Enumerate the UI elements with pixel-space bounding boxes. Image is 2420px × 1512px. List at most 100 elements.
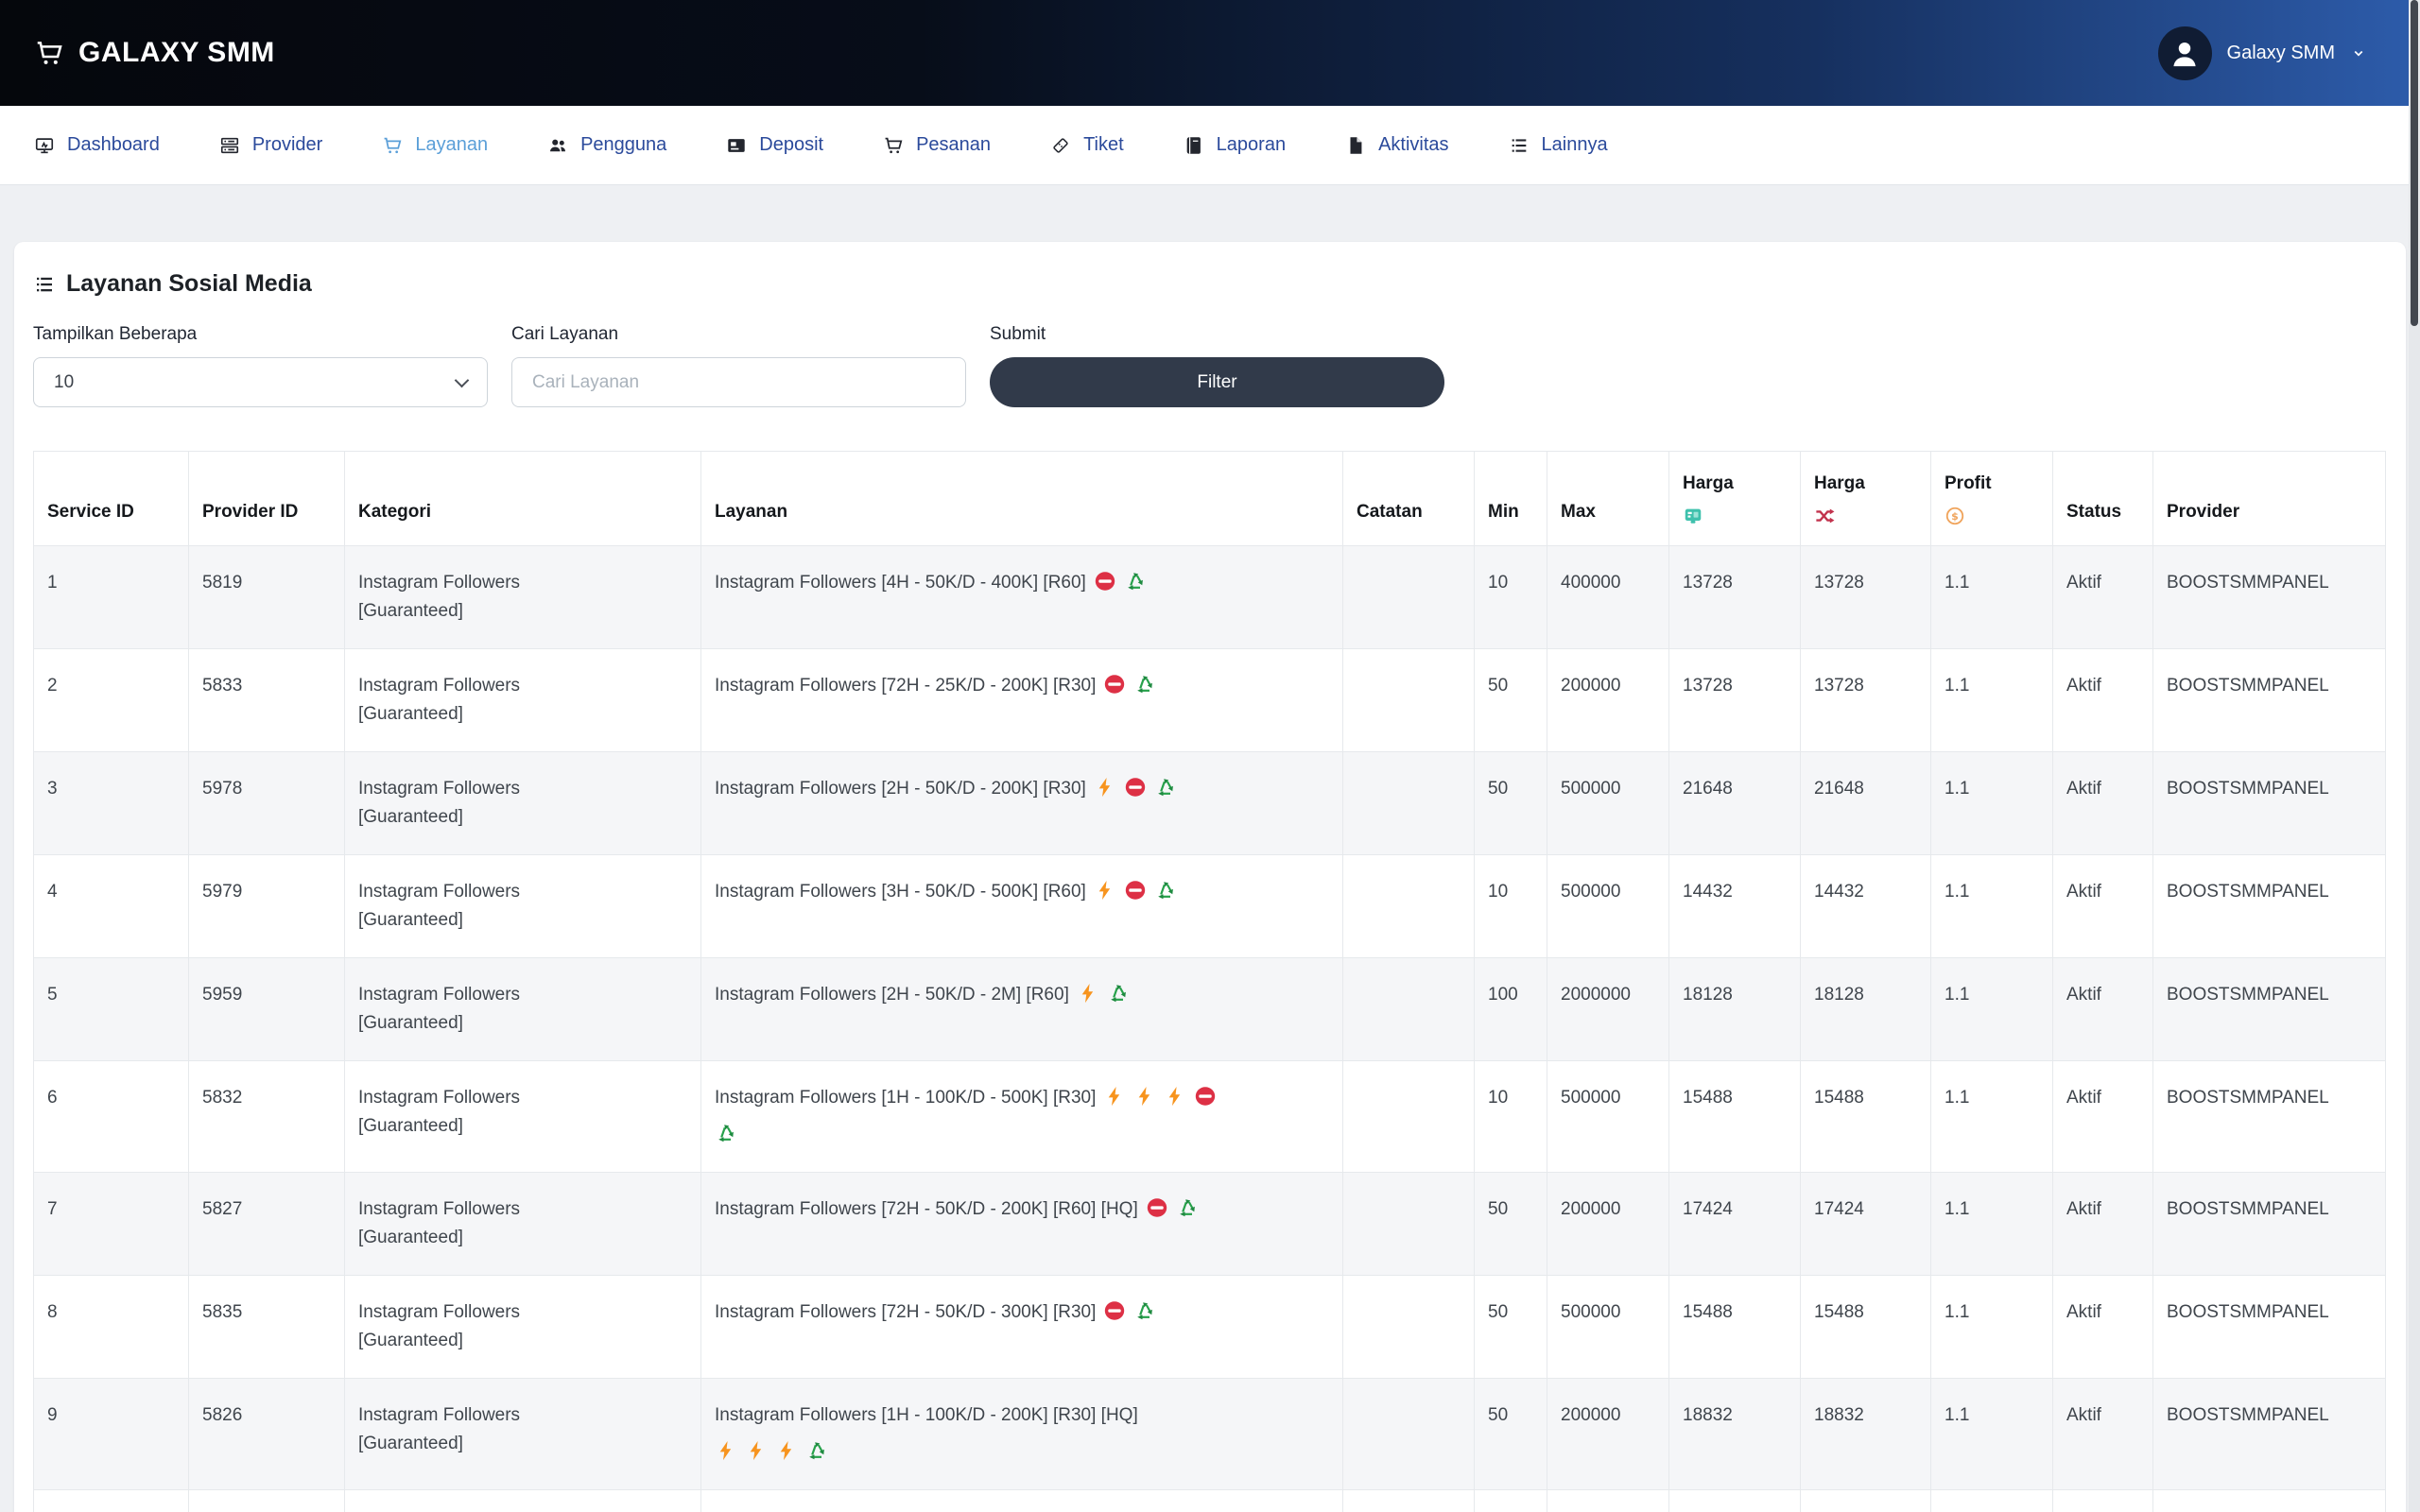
table-body: 1 5819 Instagram Followers [Guaranteed] Ins… bbox=[33, 544, 2386, 1512]
nav-item-layanan[interactable]: Layanan bbox=[382, 134, 488, 156]
cell-catatan bbox=[1342, 853, 1475, 958]
search-input[interactable] bbox=[511, 357, 966, 407]
cell-profit: 1.1 bbox=[1930, 1488, 2053, 1512]
cell-profit: 1.1 bbox=[1930, 1274, 2053, 1379]
cell-provider: BOOSTSMMPANEL bbox=[2152, 956, 2386, 1061]
price-display-icon bbox=[1683, 506, 1787, 526]
recycle-icon bbox=[1133, 673, 1156, 696]
svg-text:$: $ bbox=[1951, 509, 1959, 522]
cell-status: Aktif bbox=[2052, 1377, 2153, 1490]
cell-status: Aktif bbox=[2052, 1274, 2153, 1379]
category-text: Instagram Followers [Guaranteed] bbox=[358, 984, 521, 1033]
nav-item-label: Lainnya bbox=[1541, 134, 1608, 155]
cell-status: Aktif bbox=[2052, 750, 2153, 855]
cell-provider-id: 5959 bbox=[188, 956, 345, 1061]
nav-item-aktivitas[interactable]: Aktivitas bbox=[1345, 134, 1449, 156]
table-row: 9 5826 Instagram Followers [Guaranteed] Ins… bbox=[33, 1377, 2386, 1490]
cell-provider-id: 5833 bbox=[188, 647, 345, 752]
column-label: Harga bbox=[1814, 473, 1865, 493]
main-area: Layanan Sosial Media Tampilkan Beberapa … bbox=[0, 185, 2420, 1512]
cell-status: Aktif bbox=[2052, 1059, 2153, 1173]
column-label: Profit bbox=[1945, 473, 1992, 493]
table-row: 7 5827 Instagram Followers [Guaranteed] Ins… bbox=[33, 1171, 2386, 1276]
no-entry-icon bbox=[1194, 1085, 1217, 1108]
cell-service-id: 3 bbox=[33, 750, 189, 855]
column-header-status: Status bbox=[2052, 451, 2153, 546]
cell-status: Aktif bbox=[2052, 544, 2153, 649]
cell-harga-jual: 21648 bbox=[1800, 750, 1931, 855]
list-icon bbox=[33, 273, 56, 296]
table-row: 6 5832 Instagram Followers [Guaranteed] Ins… bbox=[33, 1059, 2386, 1173]
cell-max: 500000 bbox=[1547, 853, 1669, 958]
cell-harga-beli: 17424 bbox=[1668, 1171, 1801, 1276]
book-icon bbox=[1184, 135, 1204, 156]
cell-provider: BOOSTSMMPANEL bbox=[2152, 1059, 2386, 1173]
column-label: Provider ID bbox=[202, 502, 299, 522]
brand-name: GALAXY SMM bbox=[78, 37, 275, 68]
nav-item-tiket[interactable]: Tiket bbox=[1050, 134, 1124, 156]
category-text: Instagram Followers [Guaranteed] bbox=[358, 778, 521, 827]
avatar bbox=[2157, 26, 2212, 80]
nav-item-lainnya[interactable]: Lainnya bbox=[1509, 134, 1608, 156]
no-entry-icon bbox=[1124, 879, 1147, 902]
service-name: Instagram Followers [2H - 50K/D - 200K] … bbox=[715, 778, 1086, 799]
nav-item-label: Pengguna bbox=[580, 134, 667, 155]
cell-kategori: Instagram Followers [Guaranteed] bbox=[344, 544, 701, 649]
cell-provider-id: 5832 bbox=[188, 1059, 345, 1173]
nav-item-dashboard[interactable]: Dashboard bbox=[34, 134, 160, 156]
column-header-harga-beli: Harga bbox=[1668, 451, 1801, 546]
recycle-icon bbox=[1154, 879, 1177, 902]
column-header-provider: Provider bbox=[2152, 451, 2386, 546]
cell-harga-beli: 15488 bbox=[1668, 1059, 1801, 1173]
nav-item-pesanan[interactable]: Pesanan bbox=[883, 134, 991, 156]
column-header-max: Max bbox=[1547, 451, 1669, 546]
search-group: Cari Layanan bbox=[511, 324, 966, 407]
table-row: 105820Instagram Followers [Guaranteed]In… bbox=[33, 1488, 2386, 1512]
cart-icon bbox=[34, 38, 64, 68]
cell-min: 50 bbox=[1474, 750, 1547, 855]
column-label: Provider bbox=[2167, 502, 2240, 522]
cell-status: Aktif bbox=[2052, 853, 2153, 958]
category-text: Instagram Followers [Guaranteed] bbox=[358, 1301, 521, 1350]
scrollbar-thumb[interactable] bbox=[2411, 0, 2418, 326]
user-icon bbox=[2169, 31, 2201, 75]
cell-profit: 1.1 bbox=[1930, 956, 2053, 1061]
services-table: Service ID Provider ID Kategori Layanan Cata… bbox=[33, 451, 2386, 1512]
cell-service-id: 10 bbox=[33, 1488, 189, 1512]
cell-min: 10 bbox=[1474, 1488, 1547, 1512]
cell-provider-id: 5819 bbox=[188, 544, 345, 649]
column-label: Max bbox=[1561, 502, 1596, 522]
column-header-provider-id: Provider ID bbox=[188, 451, 345, 546]
page-size-select[interactable]: 10 bbox=[33, 357, 488, 407]
cell-provider-id: 5820 bbox=[188, 1488, 345, 1512]
column-label: Min bbox=[1488, 502, 1519, 522]
cell-harga-beli: 19536 bbox=[1668, 1488, 1801, 1512]
bolt-icon bbox=[1103, 1085, 1126, 1108]
cell-provider-id: 5979 bbox=[188, 853, 345, 958]
nav-item-pengguna[interactable]: Pengguna bbox=[547, 134, 666, 156]
cell-max: 200000 bbox=[1547, 1171, 1669, 1276]
service-icons-line2 bbox=[715, 1121, 1329, 1149]
cell-provider: BOOSTSMMPANEL bbox=[2152, 1488, 2386, 1512]
cell-status: Aktif bbox=[2052, 1488, 2153, 1512]
scrollbar[interactable] bbox=[2409, 0, 2420, 1512]
cell-provider-id: 5827 bbox=[188, 1171, 345, 1276]
nav-item-label: Provider bbox=[251, 134, 323, 155]
cell-provider: BOOSTSMMPANEL bbox=[2152, 1377, 2386, 1490]
table-row: 8 5835 Instagram Followers [Guaranteed] Ins… bbox=[33, 1274, 2386, 1379]
cell-catatan bbox=[1342, 647, 1475, 752]
user-menu[interactable]: Galaxy SMM bbox=[2157, 26, 2367, 80]
cell-service-id: 2 bbox=[33, 647, 189, 752]
nav-item-deposit[interactable]: Deposit bbox=[726, 134, 823, 156]
service-name: Instagram Followers [3H - 50K/D - 500K] … bbox=[715, 881, 1086, 902]
cell-provider: BOOSTSMMPANEL bbox=[2152, 544, 2386, 649]
nav-item-laporan[interactable]: Laporan bbox=[1184, 134, 1286, 156]
nav-item-provider[interactable]: Provider bbox=[219, 134, 322, 156]
cell-harga-jual: 19536 bbox=[1800, 1488, 1931, 1512]
brand-logo[interactable]: GALAXY SMM bbox=[34, 37, 275, 69]
filter-button[interactable]: Filter bbox=[990, 357, 1444, 407]
cell-min: 100 bbox=[1474, 956, 1547, 1061]
cell-harga-jual: 15488 bbox=[1800, 1059, 1931, 1173]
cell-service-id: 1 bbox=[33, 544, 189, 649]
cell-layanan: Instagram Followers [1H - 100K/D - 500K]… bbox=[700, 1059, 1343, 1173]
